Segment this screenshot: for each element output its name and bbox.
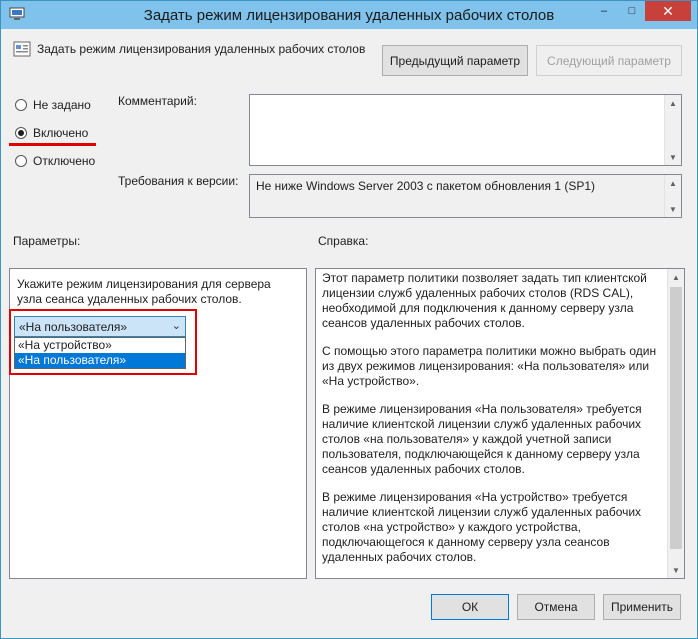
radio-disabled-circle[interactable] [15,155,27,167]
help-scrollbar[interactable]: ▲ ▼ [667,269,684,578]
help-text: Этот параметр политики позволяет задать … [322,271,662,578]
radio-disabled[interactable]: Отключено [15,154,95,168]
params-label: Параметры: [13,234,81,248]
comment-scrollbar[interactable]: ▲ ▼ [664,95,681,165]
scroll-down-icon[interactable]: ▼ [668,562,684,578]
policy-setting-icon [13,41,31,57]
comment-label: Комментарий: [118,94,197,108]
radio-enabled-circle[interactable] [15,127,27,139]
radio-not-configured-circle[interactable] [15,99,27,111]
scroll-up-icon[interactable]: ▲ [668,269,684,285]
apply-button[interactable]: Применить [603,594,681,620]
radio-enabled[interactable]: Включено [15,126,88,140]
requirements-label: Требования к версии: [118,174,239,188]
annotation-box [9,309,197,375]
help-paragraph: В режиме лицензирования «На пользователя… [322,402,642,476]
radio-not-configured[interactable]: Не задано [15,98,91,112]
minimize-icon[interactable]: – [591,1,617,21]
requirements-scrollbar[interactable]: ▲ ▼ [664,175,681,217]
policy-dialog: Задать режим лицензирования удаленных ра… [0,0,698,639]
scroll-down-icon[interactable]: ▼ [665,201,681,217]
help-label: Справка: [318,234,369,248]
help-paragraph: Этот параметр политики позволяет задать … [322,271,647,330]
help-paragraph: С помощью этого параметра политики можно… [322,344,657,388]
params-description: Укажите режим лицензирования для сервера… [17,277,271,306]
scroll-up-icon[interactable]: ▲ [665,95,681,111]
radio-disabled-label: Отключено [33,154,96,168]
radio-enabled-label: Включено [33,126,89,140]
policy-name: Задать режим лицензирования удаленных ра… [37,42,366,56]
scroll-thumb[interactable] [670,287,682,549]
ok-button[interactable]: ОК [431,594,509,620]
requirements-box: Не ниже Windows Server 2003 с пакетом об… [249,174,682,218]
help-paragraph: В режиме лицензирования «На устройство» … [322,490,642,564]
next-setting-button[interactable]: Следующий параметр [536,45,682,76]
requirements-value: Не ниже Windows Server 2003 с пакетом об… [256,179,596,193]
close-icon[interactable]: ✕ [645,1,691,21]
scroll-up-icon[interactable]: ▲ [665,175,681,191]
radio-not-configured-label: Не задано [33,98,91,112]
previous-setting-button[interactable]: Предыдущий параметр [382,45,528,76]
title-bar[interactable]: Задать режим лицензирования удаленных ра… [1,1,697,29]
scroll-down-icon[interactable]: ▼ [665,149,681,165]
comment-textbox[interactable]: ▲ ▼ [249,94,682,166]
help-panel: Этот параметр политики позволяет задать … [315,268,685,579]
cancel-button[interactable]: Отмена [517,594,595,620]
maximize-icon[interactable]: □ [619,1,645,21]
annotation-underline [9,143,96,146]
